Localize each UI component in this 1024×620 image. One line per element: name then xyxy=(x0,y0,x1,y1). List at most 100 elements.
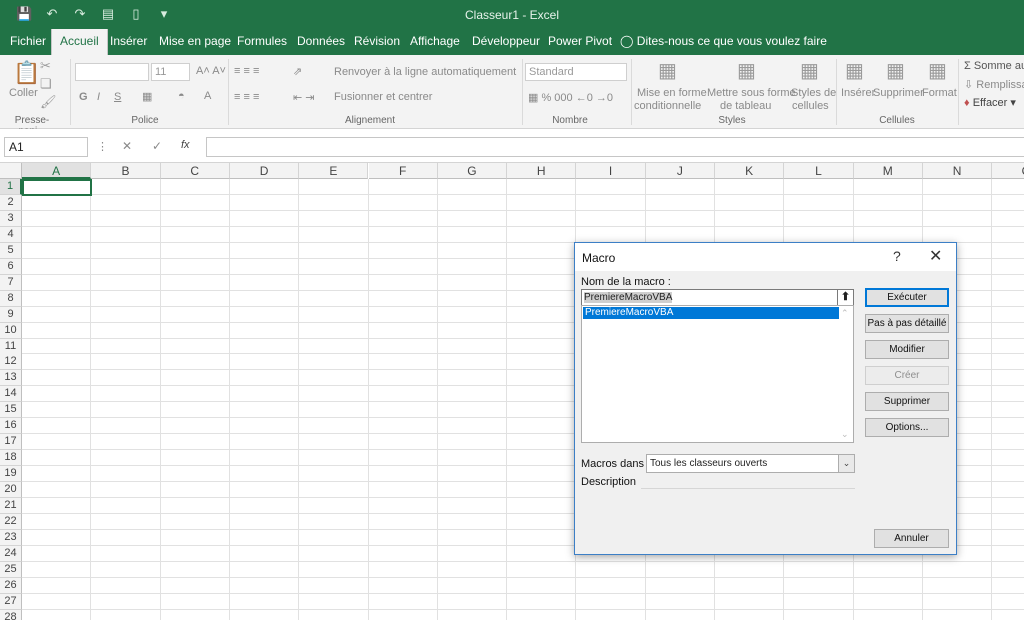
column-header[interactable]: B xyxy=(91,163,161,179)
font-name-box[interactable] xyxy=(75,63,149,81)
scroll-down-icon[interactable]: ⌄ xyxy=(841,429,849,440)
tab-formules[interactable]: Formules xyxy=(229,29,295,55)
tab-affichage[interactable]: Affichage xyxy=(402,29,468,55)
arrow-up-icon[interactable]: ⬆ xyxy=(837,289,854,306)
select-all-corner[interactable] xyxy=(0,163,22,179)
column-header[interactable]: J xyxy=(645,163,715,179)
row-header[interactable]: 2 xyxy=(0,194,22,211)
row-header[interactable]: 10 xyxy=(0,322,22,339)
active-cell[interactable] xyxy=(22,179,92,196)
tab-developpeur[interactable]: Développeur xyxy=(464,29,548,55)
row-header[interactable]: 7 xyxy=(0,274,22,291)
list-item[interactable]: PremiereMacroVBA xyxy=(583,307,839,319)
column-header[interactable]: L xyxy=(784,163,854,179)
close-button[interactable]: ✕ xyxy=(929,246,942,266)
tab-revision[interactable]: Révision xyxy=(346,29,408,55)
row-header[interactable]: 21 xyxy=(0,498,22,514)
italic-button[interactable]: I xyxy=(97,91,100,103)
copy-icon[interactable]: ❏ xyxy=(40,76,52,92)
align-top-icon[interactable]: ≡ ≡ ≡ xyxy=(234,65,259,77)
column-header[interactable]: H xyxy=(507,163,577,179)
column-header[interactable]: M xyxy=(853,163,923,179)
row-header[interactable]: 1 xyxy=(0,179,22,195)
column-header[interactable]: O xyxy=(992,163,1024,179)
bold-button[interactable]: G xyxy=(79,91,88,103)
row-header[interactable]: 28 xyxy=(0,609,22,620)
borders-icon[interactable]: ▦ xyxy=(142,90,152,103)
macros-in-select[interactable]: Tous les classeurs ouverts ⌄ xyxy=(646,454,855,473)
run-button[interactable]: Exécuter xyxy=(865,288,949,307)
row-header[interactable]: 18 xyxy=(0,450,22,467)
tab-fichier[interactable]: Fichier xyxy=(2,29,54,55)
grow-font-icon[interactable]: A˄ A˅ xyxy=(196,65,226,77)
row-header[interactable]: 22 xyxy=(0,513,22,530)
chevron-down-icon[interactable]: ⌄ xyxy=(838,455,854,472)
format-cells-button[interactable]: Format xyxy=(922,87,957,99)
row-header[interactable]: 25 xyxy=(0,561,22,578)
name-box[interactable]: A1 xyxy=(4,137,88,157)
underline-button[interactable]: S xyxy=(114,91,121,103)
column-header[interactable]: I xyxy=(576,163,646,179)
confirm-icon[interactable]: ✓ xyxy=(152,139,162,153)
row-header[interactable]: 27 xyxy=(0,593,22,610)
cut-icon[interactable]: ✂ xyxy=(40,58,51,74)
cell-styles-icon[interactable]: ▦ xyxy=(800,58,819,83)
font-color-icon[interactable]: A xyxy=(204,90,211,102)
orientation-icon[interactable]: ⇗ xyxy=(293,65,302,78)
formula-input[interactable] xyxy=(206,137,1024,157)
column-header[interactable]: N xyxy=(922,163,993,179)
indent-icon[interactable]: ⇤ ⇥ xyxy=(293,91,315,104)
format-cells-icon[interactable]: ▦ xyxy=(928,58,947,83)
cancel-icon[interactable]: ✕ xyxy=(122,139,132,153)
column-header[interactable]: A xyxy=(22,163,92,179)
format-as-table-icon[interactable]: ▦ xyxy=(737,58,756,83)
align-left-icon[interactable]: ≡ ≡ ≡ xyxy=(234,91,259,103)
column-header[interactable]: F xyxy=(368,163,438,179)
insert-cells-button[interactable]: Insérer xyxy=(841,87,875,99)
help-button[interactable]: ? xyxy=(893,248,901,264)
row-header[interactable]: 8 xyxy=(0,290,22,307)
row-header[interactable]: 6 xyxy=(0,258,22,275)
row-header[interactable]: 4 xyxy=(0,226,22,243)
row-header[interactable]: 13 xyxy=(0,370,22,387)
conditional-format-icon[interactable]: ▦ xyxy=(658,58,677,83)
step-into-button[interactable]: Pas à pas détaillé xyxy=(865,314,949,333)
delete-cells-button[interactable]: Supprimer xyxy=(873,87,924,99)
delete-button[interactable]: Supprimer xyxy=(865,392,949,411)
list-scrollbar[interactable]: ⌃ ⌄ xyxy=(839,306,853,442)
row-header[interactable]: 9 xyxy=(0,306,22,323)
font-size-box[interactable]: 11 xyxy=(151,63,190,81)
row-header[interactable]: 17 xyxy=(0,434,22,451)
row-header[interactable]: 23 xyxy=(0,529,22,546)
fill-button[interactable]: ⇩ Remplissa xyxy=(964,78,1024,91)
row-header[interactable]: 26 xyxy=(0,577,22,594)
row-header[interactable]: 14 xyxy=(0,386,22,403)
wrap-text-button[interactable]: Renvoyer à la ligne automatiquement xyxy=(334,66,516,78)
row-header[interactable]: 20 xyxy=(0,482,22,499)
row-header[interactable]: 12 xyxy=(0,354,22,371)
column-header[interactable]: E xyxy=(299,163,369,179)
paste-icon[interactable]: 📋 xyxy=(13,60,40,86)
insert-cells-icon[interactable]: ▦ xyxy=(845,58,864,83)
format-as-table-button[interactable]: Mettre sous forme xyxy=(707,87,796,99)
column-header[interactable]: C xyxy=(160,163,230,179)
delete-cells-icon[interactable]: ▦ xyxy=(886,58,905,83)
edit-button[interactable]: Modifier xyxy=(865,340,949,359)
insert-function-icon[interactable]: fx xyxy=(181,139,190,151)
options-button[interactable]: Options... xyxy=(865,418,949,437)
macro-list[interactable]: PremiereMacroVBA ⌃ ⌄ xyxy=(581,305,854,443)
cell-styles-button[interactable]: Styles de xyxy=(791,87,836,99)
tab-donnees[interactable]: Données xyxy=(289,29,353,55)
autosum-button[interactable]: Σ Somme au xyxy=(964,60,1024,72)
tab-accueil[interactable]: Accueil xyxy=(51,29,108,55)
column-header[interactable]: D xyxy=(229,163,300,179)
tell-me-box[interactable]: ◯ Dites-nous ce que vous voulez faire xyxy=(612,29,835,55)
row-header[interactable]: 5 xyxy=(0,242,22,259)
conditional-format-button[interactable]: Mise en forme xyxy=(637,87,707,99)
tab-mise-en-page[interactable]: Mise en page xyxy=(151,29,239,55)
merge-center-button[interactable]: Fusionner et centrer xyxy=(334,91,432,103)
scroll-up-icon[interactable]: ⌃ xyxy=(841,308,849,319)
accounting-format-icon[interactable]: ▦ % 000 ←0 →0 xyxy=(528,91,613,104)
row-header[interactable]: 16 xyxy=(0,418,22,435)
column-header[interactable]: K xyxy=(715,163,785,179)
